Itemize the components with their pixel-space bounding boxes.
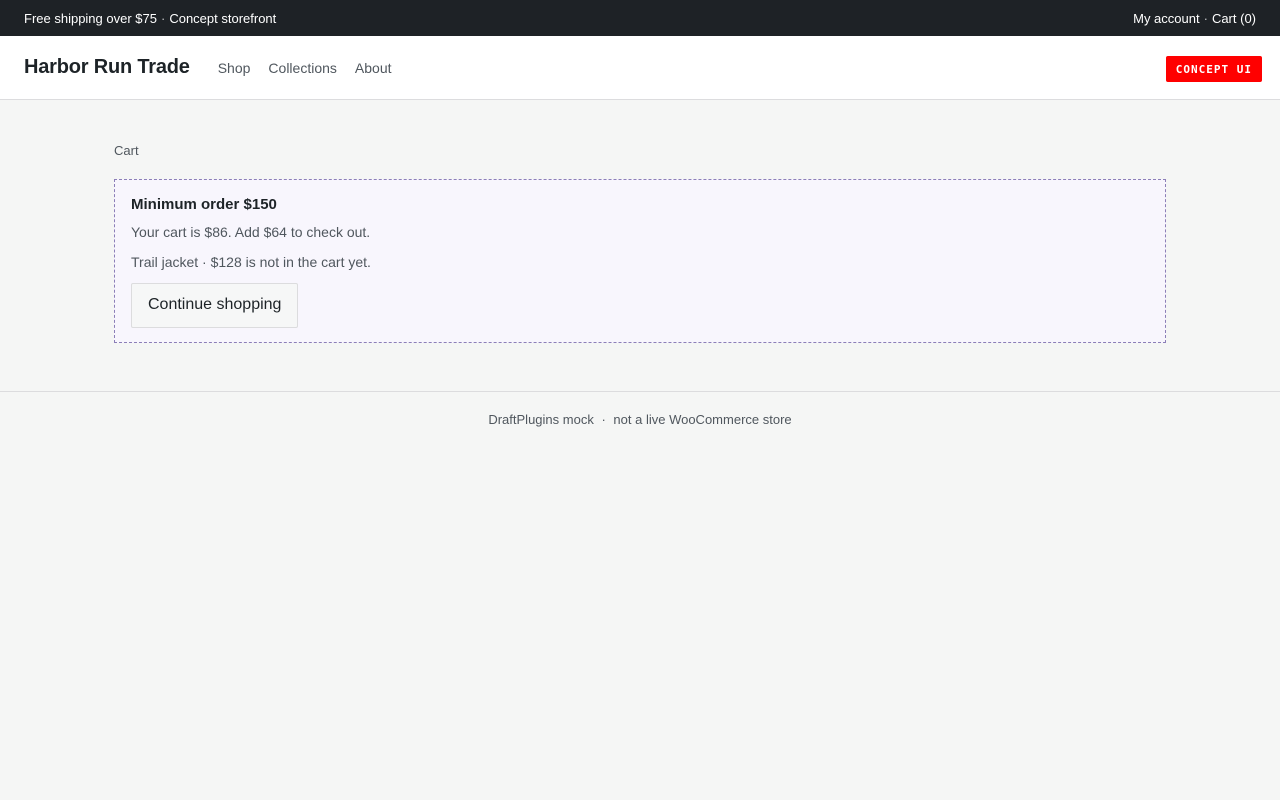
announcement-bar: Free shipping over $75 · Concept storefr… xyxy=(0,0,1280,36)
nav-item-shop[interactable]: Shop xyxy=(218,60,251,76)
footer-right: not a live WooCommerce store xyxy=(613,412,792,427)
nav-item-about[interactable]: About xyxy=(355,60,392,76)
separator: · xyxy=(1203,10,1208,26)
announcement-left: Free shipping over $75 · Concept storefr… xyxy=(24,11,276,26)
site-footer: DraftPlugins mock · not a live WooCommer… xyxy=(0,391,1280,427)
nav-item-collections[interactable]: Collections xyxy=(268,60,336,76)
product-note: Trail jacket · $128 is not in the cart y… xyxy=(131,254,371,270)
main-nav: Shop Collections About xyxy=(218,60,410,76)
cart-page: Cart Minimum order $150 Your cart is $86… xyxy=(114,100,1166,343)
concept-ui-badge: CONCEPT UI xyxy=(1165,56,1262,82)
minimum-order-notice: Minimum order $150 Your cart is $86. Add… xyxy=(114,179,1166,343)
account-links: My account · Cart (0) xyxy=(1133,11,1256,26)
notice-message: Your cart is $86. Add $64 to check out. xyxy=(131,224,371,240)
notice-title: Minimum order $150 xyxy=(131,196,277,213)
footer-left: DraftPlugins mock xyxy=(488,412,594,427)
continue-shopping-button[interactable]: Continue shopping xyxy=(131,283,299,328)
breadcrumb: Cart xyxy=(114,143,139,158)
storefront-label: Concept storefront xyxy=(169,10,277,26)
site-brand[interactable]: Harbor Run Trade xyxy=(24,56,190,79)
separator: · xyxy=(601,412,606,427)
cart-link[interactable]: Cart (0) xyxy=(1212,11,1256,26)
my-account-link[interactable]: My account xyxy=(1133,11,1199,26)
shipping-notice: Free shipping over $75 xyxy=(24,10,157,26)
separator: · xyxy=(160,10,166,26)
site-header: Harbor Run Trade Shop Collections About … xyxy=(0,36,1280,100)
